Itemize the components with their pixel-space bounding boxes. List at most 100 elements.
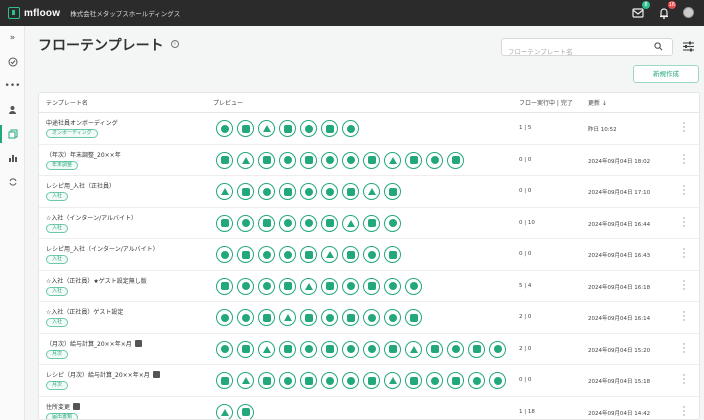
- bell-icon[interactable]: 16: [657, 1, 676, 19]
- row-menu-icon[interactable]: · · ·: [682, 372, 686, 389]
- dots-icon[interactable]: •••: [0, 74, 25, 98]
- table-row[interactable]: 中途社員オンボーディング オンボーディング 1 | 5 昨日 10:52 · · ·: [39, 113, 699, 145]
- search-input[interactable]: [508, 44, 648, 60]
- row-menu-icon[interactable]: · · ·: [682, 214, 686, 231]
- flow-count: 0 | 10: [519, 219, 535, 226]
- flow-step-icon: [363, 309, 380, 326]
- lock-icon: [134, 339, 142, 347]
- template-name[interactable]: （月次）給与計算_20××年×月: [46, 339, 142, 348]
- header-preview: プレビュー: [213, 100, 244, 107]
- new-template-button[interactable]: 新規作成: [633, 65, 699, 83]
- table-row[interactable]: ☆入社（正社員）★ゲスト設定無し版 入社 5 | 4 2024年09月04日 16:1…: [39, 271, 699, 302]
- flow-step-icon: [426, 372, 443, 389]
- updated-date: 2024年09月04日 14:42: [588, 410, 651, 417]
- table-row[interactable]: レシピ（月次）給与計算_20××年×月 月次 0 | 0 2024年09月04日 15…: [39, 365, 699, 397]
- template-name[interactable]: ☆入社（インターン/アルバイト）: [46, 213, 137, 222]
- app-logo[interactable]: mfloow: [8, 7, 60, 19]
- template-name[interactable]: レシピ用_入社（正社員）: [46, 181, 115, 190]
- flow-step-icon: [237, 277, 254, 295]
- users-icon[interactable]: [0, 98, 25, 122]
- table-row[interactable]: ☆入社（インターン/アルバイト） 入社 0 | 10 2024年09月04日 16:4…: [39, 208, 699, 239]
- flow-step-icon: [216, 340, 233, 358]
- row-menu-icon[interactable]: · · ·: [682, 120, 686, 137]
- template-name[interactable]: ☆入社（正社員）★ゲスト設定無し版: [46, 276, 147, 285]
- template-name[interactable]: レシピ用_入社（インターン/アルバイト）: [46, 244, 159, 253]
- table-row[interactable]: レシピ用_入社（正社員） 入社 0 | 0 2024年09月04日 17:10 · · ·: [39, 176, 699, 208]
- table-row[interactable]: ☆入社（正社員）ゲスト設定 入社 2 | 0 2024年09月04日 16:14 · · ·: [39, 302, 699, 334]
- flow-step-icon: [489, 372, 506, 389]
- flow-step-icon: [237, 183, 254, 200]
- flow-count: 1 | 5: [519, 125, 532, 131]
- template-name[interactable]: （年次）年末調整_20××年: [46, 150, 121, 159]
- flow-step-icon: [405, 372, 422, 389]
- header-date[interactable]: 更新 ↓: [588, 98, 607, 107]
- flow-step-icon: [363, 183, 380, 200]
- sync-icon[interactable]: [0, 170, 25, 194]
- flow-step-icon: [258, 372, 275, 389]
- page-title: フローテンプレート: [38, 38, 164, 54]
- category-tag: 入社: [46, 286, 69, 296]
- company-name: 株式会社メタップスホールディングス: [70, 10, 181, 18]
- flow-step-icon: [363, 372, 380, 389]
- template-name-text: レシピ（月次）給与計算_20××年×月: [46, 372, 150, 379]
- flow-step-icon: [237, 403, 254, 419]
- table-row[interactable]: レシピ用_入社（インターン/アルバイト） 入社 0 | 0 2024年09月04日 1…: [39, 239, 699, 271]
- template-name[interactable]: ☆入社（正社員）ゲスト設定: [46, 307, 123, 316]
- row-menu-icon[interactable]: · · ·: [682, 246, 686, 263]
- flow-step-icon: [363, 277, 380, 295]
- flow-step-icon: [237, 340, 254, 358]
- flow-step-icon: [384, 277, 401, 295]
- row-menu-icon[interactable]: · · ·: [682, 151, 686, 168]
- flow-step-icon: [279, 372, 296, 389]
- flow-step-icon: [384, 309, 401, 326]
- category-tag: 月次: [46, 349, 69, 359]
- template-name-text: ☆入社（正社員）ゲスト設定: [46, 309, 124, 316]
- flow-step-icon: [216, 120, 233, 137]
- flow-step-icon: [321, 246, 338, 263]
- logo-text: mfloow: [24, 7, 61, 19]
- flow-preview: [216, 340, 506, 358]
- info-icon[interactable]: i: [171, 40, 179, 48]
- row-menu-icon[interactable]: · · ·: [682, 340, 686, 357]
- row-menu-icon[interactable]: · · ·: [682, 403, 686, 419]
- header-name[interactable]: テンプレート名: [46, 98, 88, 107]
- template-name-text: 中途社員オンボーディング: [46, 120, 118, 127]
- flow-step-icon: [216, 277, 233, 295]
- sidebar-expand-icon[interactable]: »: [0, 26, 25, 50]
- flow-step-icon: [384, 372, 401, 389]
- template-name[interactable]: レシピ（月次）給与計算_20××年×月: [46, 370, 160, 379]
- mail-icon[interactable]: 8: [631, 1, 650, 19]
- flow-step-icon: [300, 340, 317, 358]
- template-name[interactable]: 住所変更: [46, 402, 81, 411]
- row-menu-icon[interactable]: · · ·: [682, 309, 686, 326]
- flow-step-icon: [321, 120, 338, 137]
- category-tag: 年末調整: [46, 160, 79, 170]
- flow-count: 5 | 4: [519, 282, 532, 289]
- check-circle-icon[interactable]: [0, 50, 25, 74]
- copy-icon[interactable]: [0, 122, 25, 146]
- flow-step-icon: [489, 340, 506, 358]
- flow-count: 0 | 0: [519, 156, 532, 163]
- table-row[interactable]: 住所変更 届出書類 1 | 18 2024年09月04日 14:42 · · ·: [39, 397, 699, 419]
- lock-icon: [152, 371, 160, 378]
- search-box: [501, 38, 673, 60]
- filter-settings-icon[interactable]: [682, 40, 695, 53]
- table-row[interactable]: （月次）給与計算_20××年×月 月次 2 | 0 2024年09月04日 15:20…: [39, 334, 699, 365]
- updated-date: 2024年09月04日 16:14: [588, 316, 651, 322]
- lock-icon: [73, 402, 81, 410]
- updated-date: 2024年09月04日 16:44: [588, 221, 651, 228]
- row-menu-icon[interactable]: · · ·: [682, 277, 686, 294]
- template-name[interactable]: 中途社員オンボーディング: [46, 118, 118, 127]
- template-name-text: ☆入社（正社員）★ゲスト設定無し版: [46, 277, 147, 285]
- table-row[interactable]: （年次）年末調整_20××年 年末調整 0 | 0 2024年09月04日 18:02…: [39, 145, 699, 176]
- flow-step-icon: [321, 183, 338, 200]
- search-icon[interactable]: [654, 42, 663, 51]
- bar-chart-icon[interactable]: [0, 146, 25, 170]
- flow-step-icon: [405, 151, 422, 169]
- row-menu-icon[interactable]: · · ·: [682, 183, 686, 200]
- flow-step-icon: [279, 309, 296, 326]
- flow-count: 1 | 18: [519, 408, 535, 415]
- flow-preview: [216, 246, 401, 263]
- flow-step-icon: [300, 309, 317, 326]
- avatar[interactable]: [683, 6, 694, 18]
